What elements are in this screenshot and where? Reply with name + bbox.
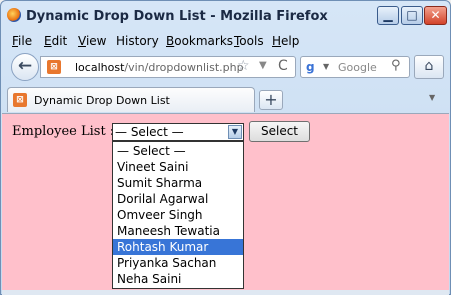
search-magnifier-icon[interactable]: ⚲ [391, 58, 401, 73]
firefox-logo-icon [7, 8, 21, 22]
back-button[interactable]: ← [11, 53, 39, 81]
url-text[interactable]: localhost/vin/dropdownlist.php [75, 61, 244, 74]
url-host: localhost [75, 61, 125, 74]
engine-dropdown-icon[interactable]: ▼ [323, 62, 329, 71]
tab-dynamic-drop-down-list[interactable]: ⊠ Dynamic Drop Down List [7, 87, 255, 112]
minimize-button[interactable]: ▁ [377, 6, 399, 25]
search-input[interactable]: Google [338, 61, 377, 74]
dropdown-option[interactable]: Dorilal Agarwal [113, 191, 243, 207]
chevron-down-icon[interactable]: ▼ [228, 125, 242, 139]
dropdown-option[interactable]: Omveer Singh [113, 207, 243, 223]
dropdown-option[interactable]: Sumit Sharma [113, 175, 243, 191]
navigation-toolbar: ← ⊠ localhost/vin/dropdownlist.php ☆ ▼ C… [6, 52, 446, 82]
title-bar[interactable]: Dynamic Drop Down List - Mozilla Firefox… [1, 1, 450, 31]
dropdown-option[interactable]: Priyanka Sachan [113, 255, 243, 271]
dropdown-option[interactable]: Maneesh Tewatia [113, 223, 243, 239]
dropdown-option[interactable]: Vineet Saini [113, 159, 243, 175]
menu-bookmarks[interactable]: Bookmarks [166, 34, 233, 48]
dropdown-option[interactable]: Neha Saini [113, 271, 243, 287]
employee-select[interactable]: — Select — ▼ [112, 123, 244, 141]
reload-icon[interactable]: C [278, 58, 288, 74]
tab-favicon-icon: ⊠ [13, 93, 27, 107]
close-button[interactable]: ✕ [424, 6, 447, 25]
site-favicon-icon: ⊠ [47, 60, 61, 74]
google-engine-icon[interactable]: g [306, 60, 320, 74]
page-content: Employee List : — Select — ▼ Select — Se… [2, 113, 449, 291]
menu-history[interactable]: History [116, 34, 159, 48]
home-button[interactable]: ⌂ [414, 55, 444, 79]
employee-dropdown-list: — Select — Vineet Saini Sumit Sharma Dor… [112, 141, 244, 289]
select-current-value: — Select — [115, 125, 184, 139]
url-path: /vin/dropdownlist.php [124, 61, 244, 74]
bookmark-star-icon[interactable]: ☆ [237, 58, 250, 74]
window-title: Dynamic Drop Down List - Mozilla Firefox [26, 9, 328, 24]
browser-window: Dynamic Drop Down List - Mozilla Firefox… [0, 0, 451, 295]
employee-list-label: Employee List : [12, 124, 115, 139]
menu-bar: File Edit View History Bookmarks Tools H… [6, 32, 446, 50]
tab-bar: ⊠ Dynamic Drop Down List + ▼ [1, 85, 450, 113]
menu-file[interactable]: File [12, 34, 32, 48]
status-bar [2, 290, 449, 295]
maximize-button[interactable]: □ [401, 6, 423, 25]
url-bar[interactable]: ⊠ localhost/vin/dropdownlist.php ☆ ▼ C [40, 56, 296, 78]
history-dropdown-icon[interactable]: ▼ [259, 60, 267, 71]
new-tab-button[interactable]: + [259, 90, 283, 110]
menu-tools[interactable]: Tools [234, 34, 264, 48]
menu-view[interactable]: View [78, 34, 106, 48]
tab-label: Dynamic Drop Down List [34, 94, 170, 107]
search-bar[interactable]: g ▼ Google ⚲ [300, 56, 410, 78]
dropdown-option[interactable]: — Select — [113, 143, 243, 159]
tab-list-arrow-icon[interactable]: ▼ [429, 93, 435, 102]
menu-help[interactable]: Help [272, 34, 299, 48]
dropdown-option-highlighted[interactable]: Rohtash Kumar [113, 239, 243, 255]
menu-edit[interactable]: Edit [44, 34, 67, 48]
select-button[interactable]: Select [249, 121, 310, 142]
